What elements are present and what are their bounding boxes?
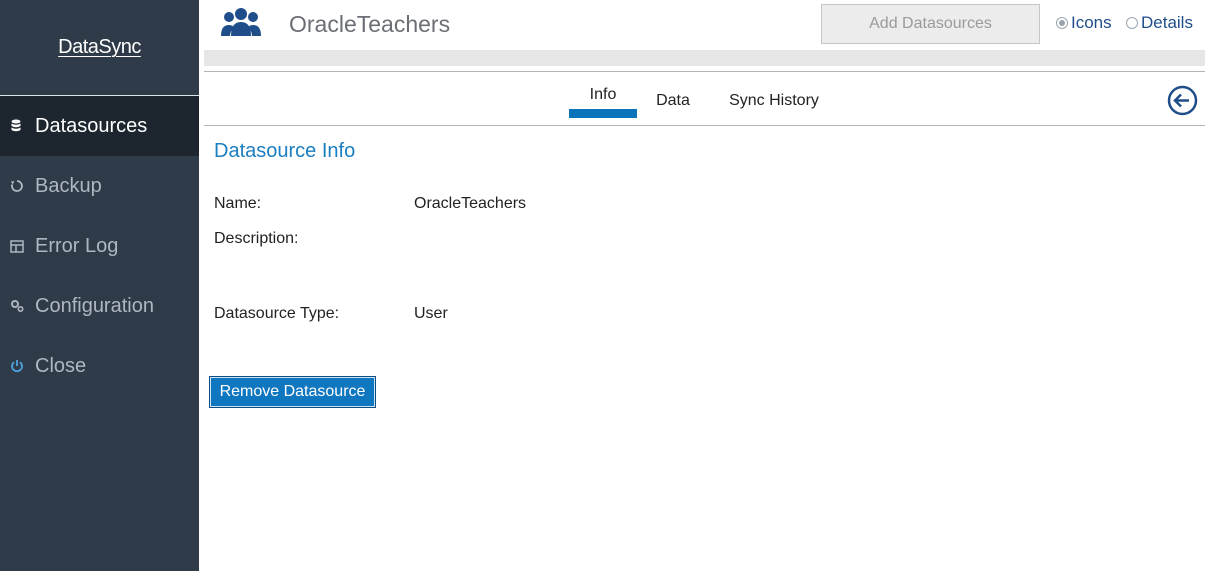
remove-datasource-button[interactable]: Remove Datasource bbox=[209, 376, 376, 408]
tab-data[interactable]: Data bbox=[650, 72, 696, 125]
view-details-radio[interactable]: Details bbox=[1126, 13, 1193, 33]
tab-label: Data bbox=[656, 92, 690, 109]
view-icons-label: Icons bbox=[1071, 13, 1112, 32]
page-title: OracleTeachers bbox=[289, 11, 451, 37]
tab-sync-history[interactable]: Sync History bbox=[726, 72, 822, 125]
description-label: Description: bbox=[214, 230, 299, 247]
gears-icon bbox=[10, 299, 35, 313]
sidebar-item-label: Backup bbox=[35, 174, 102, 197]
tab-label: Sync History bbox=[729, 92, 819, 109]
tab-label: Info bbox=[589, 86, 617, 103]
power-icon bbox=[10, 359, 35, 373]
header: OracleTeachers Add Datasources Icons Det… bbox=[199, 0, 1205, 50]
radio-selected-icon bbox=[1056, 17, 1068, 29]
name-value: OracleTeachers bbox=[414, 195, 527, 212]
main-panel: OracleTeachers Add Datasources Icons Det… bbox=[199, 0, 1205, 571]
radio-unselected-icon bbox=[1126, 17, 1138, 29]
sidebar-item-close[interactable]: Close bbox=[0, 336, 199, 396]
section-title: Datasource Info bbox=[214, 140, 356, 162]
refresh-icon bbox=[10, 179, 35, 193]
sidebar-item-label: Datasources bbox=[35, 114, 148, 137]
app-logo: DataSync bbox=[58, 36, 141, 58]
sidebar-item-error-log[interactable]: Error Log bbox=[0, 216, 199, 276]
datasource-type-value: User bbox=[414, 305, 448, 322]
view-icons-radio[interactable]: Icons bbox=[1056, 13, 1112, 33]
logo-area: DataSync bbox=[0, 0, 199, 96]
name-label: Name: bbox=[214, 195, 262, 212]
sidebar-item-configuration[interactable]: Configuration bbox=[0, 276, 199, 336]
arrow-left-circle-icon[interactable] bbox=[1167, 85, 1198, 116]
sidebar-item-datasources[interactable]: Datasources bbox=[0, 96, 199, 156]
sidebar-item-label: Close bbox=[35, 354, 87, 377]
sidebar-item-label: Error Log bbox=[35, 234, 119, 257]
users-icon bbox=[221, 6, 261, 47]
sidebar: DataSync Datasources Backup Error Log Co… bbox=[0, 0, 199, 571]
add-datasources-button[interactable]: Add Datasources bbox=[821, 4, 1040, 44]
tab-bar: Info Data Sync History bbox=[204, 71, 1205, 126]
table-icon bbox=[10, 239, 35, 253]
active-tab-indicator bbox=[569, 109, 637, 118]
sidebar-item-backup[interactable]: Backup bbox=[0, 156, 199, 216]
tab-info[interactable]: Info bbox=[569, 72, 637, 125]
database-icon bbox=[10, 119, 35, 133]
sidebar-item-label: Configuration bbox=[35, 294, 154, 317]
datasource-type-label: Datasource Type: bbox=[214, 305, 340, 322]
view-details-label: Details bbox=[1141, 13, 1193, 32]
header-divider bbox=[204, 50, 1205, 66]
